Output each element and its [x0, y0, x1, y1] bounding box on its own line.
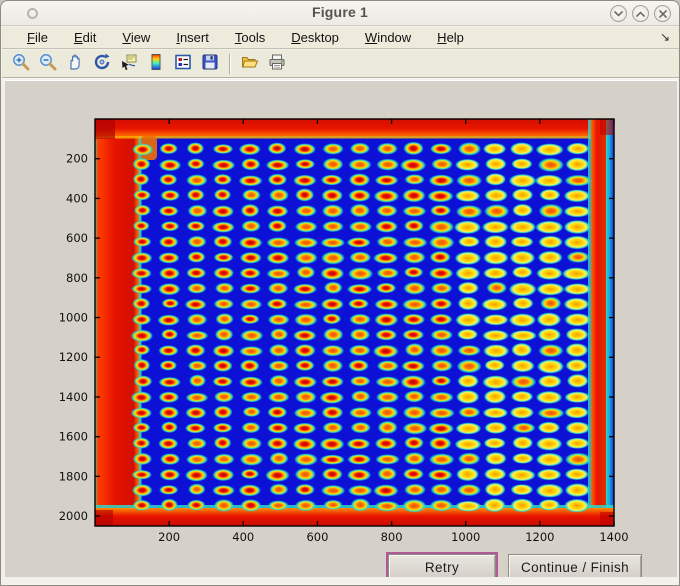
dock-figure-icon[interactable]: ↘: [660, 30, 670, 44]
svg-text:1400: 1400: [599, 530, 628, 544]
chevron-up-icon: [636, 10, 645, 17]
menu-item-file[interactable]: File: [14, 28, 61, 47]
printer-icon: [267, 52, 287, 75]
menu-item-tools[interactable]: Tools: [222, 28, 278, 47]
toolbar-separator: [229, 53, 230, 74]
maximize-button[interactable]: [632, 5, 649, 22]
open-file-button[interactable]: [237, 52, 262, 76]
print-button[interactable]: [264, 52, 289, 76]
svg-text:2000: 2000: [59, 509, 88, 523]
menu-item-insert[interactable]: Insert: [163, 28, 222, 47]
svg-text:1800: 1800: [59, 469, 88, 483]
svg-text:1400: 1400: [59, 390, 88, 404]
menu-item-edit[interactable]: Edit: [61, 28, 109, 47]
close-icon: [658, 9, 667, 18]
chevron-down-icon: [614, 10, 623, 17]
figure-window: Figure 1 File Edit View Insert Tools Desktop W…: [0, 0, 680, 586]
svg-text:1000: 1000: [451, 530, 480, 544]
svg-text:200: 200: [158, 530, 180, 544]
zoom-out-icon: [38, 52, 58, 75]
legend-icon: [173, 52, 193, 75]
plate-heatmap-plot[interactable]: 200 400 600 800 1000 1200 1400 200 400 600 800 1000…: [5, 80, 677, 579]
pan-button[interactable]: [62, 52, 87, 76]
menu-item-help[interactable]: Help: [424, 28, 477, 47]
save-icon: [200, 52, 220, 75]
open-folder-icon: [240, 52, 260, 75]
svg-text:400: 400: [232, 530, 254, 544]
toolbar: [2, 50, 679, 78]
window-title: Figure 1: [311, 4, 369, 20]
zoom-in-icon: [11, 52, 31, 75]
svg-text:1600: 1600: [59, 430, 88, 444]
zoom-in-button[interactable]: [8, 52, 33, 76]
svg-text:1000: 1000: [59, 311, 88, 325]
menu-item-view[interactable]: View: [109, 28, 163, 47]
colorbar-button[interactable]: [143, 52, 168, 76]
figure-canvas[interactable]: 200 400 600 800 1000 1200 1400 200 400 600 800 1000…: [5, 80, 677, 583]
close-button[interactable]: [654, 5, 671, 22]
window-controls: [610, 5, 671, 22]
window-bottom-frame: [1, 577, 679, 585]
data-cursor-icon: [119, 52, 139, 75]
svg-text:600: 600: [306, 530, 328, 544]
titlebar[interactable]: Figure 1: [1, 1, 679, 26]
menu-item-window[interactable]: Window: [352, 28, 424, 47]
svg-text:600: 600: [66, 231, 88, 245]
save-figure-button[interactable]: [197, 52, 222, 76]
hand-icon: [65, 52, 85, 75]
insert-legend-button[interactable]: [170, 52, 195, 76]
menu-item-desktop[interactable]: Desktop: [278, 28, 352, 47]
shade-button[interactable]: [610, 5, 627, 22]
svg-text:1200: 1200: [59, 350, 88, 364]
svg-text:200: 200: [66, 152, 88, 166]
svg-text:1200: 1200: [525, 530, 554, 544]
menubar: File Edit View Insert Tools Desktop Window Help…: [2, 27, 679, 49]
svg-text:400: 400: [66, 191, 88, 205]
svg-text:800: 800: [66, 271, 88, 285]
colorbar-icon: [146, 52, 166, 75]
data-cursor-button[interactable]: [116, 52, 141, 76]
rotate-3d-icon: [92, 52, 112, 75]
zoom-out-button[interactable]: [35, 52, 60, 76]
svg-text:800: 800: [381, 530, 403, 544]
rotate-3d-button[interactable]: [89, 52, 114, 76]
